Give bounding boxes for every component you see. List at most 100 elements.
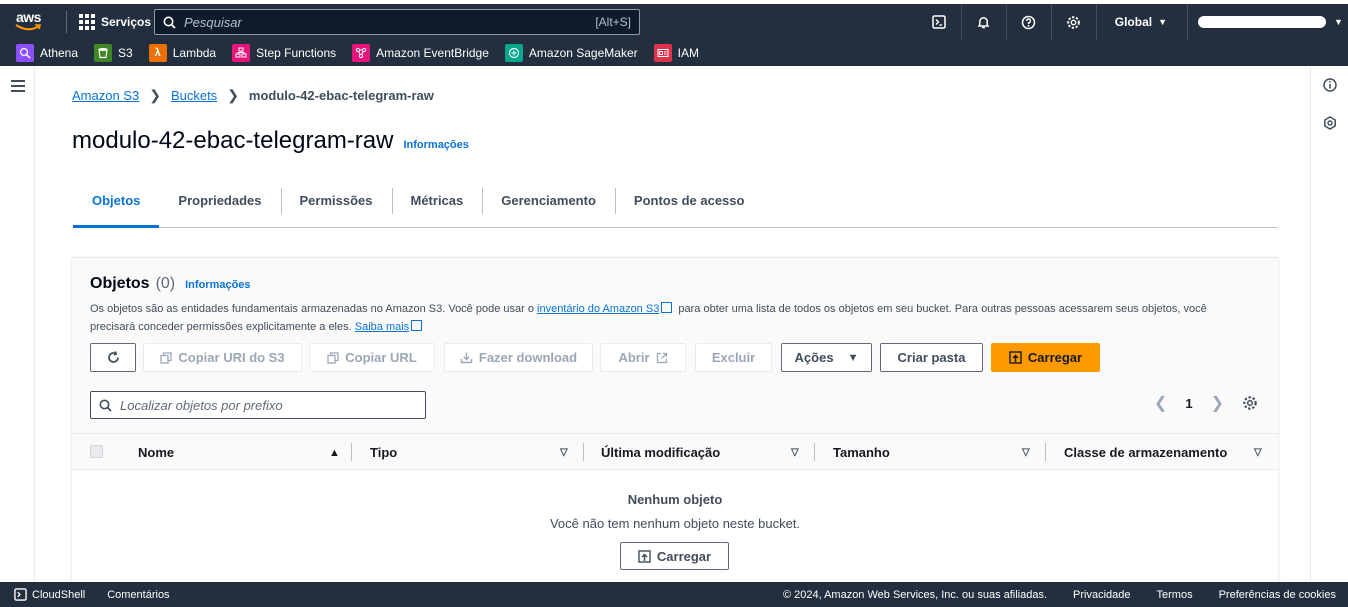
gear-icon: [1067, 15, 1081, 29]
prefix-placeholder: Localizar objetos por prefixo: [120, 397, 283, 413]
favorite-sagemaker[interactable]: Amazon SageMaker: [504, 44, 638, 62]
nav-right: Global ▼ ▼: [917, 4, 1348, 40]
pagination: ❮ 1 ❯: [1154, 393, 1258, 413]
nav-divider: [66, 11, 67, 33]
chevron-right-icon: ❯: [149, 87, 161, 103]
side-navigation-rail: [0, 66, 35, 582]
cloudshell-button[interactable]: [917, 4, 962, 40]
chevron-left-icon[interactable]: ❮: [1154, 393, 1167, 413]
objects-info-link[interactable]: Informações: [185, 279, 250, 291]
bell-icon: [977, 16, 990, 28]
download-icon: [460, 352, 473, 364]
upload-icon: [638, 549, 651, 563]
gear-icon[interactable]: [1242, 395, 1258, 411]
sort-icon: ▽: [791, 447, 799, 458]
tab-access-points[interactable]: Pontos de acesso: [614, 186, 764, 227]
objects-heading: Objetos: [90, 275, 150, 292]
tab-objects[interactable]: Objetos: [73, 186, 160, 228]
objects-header: Objetos (0) Informações: [90, 275, 251, 293]
delete-button[interactable]: Excluir: [695, 343, 772, 372]
athena-icon: [16, 44, 34, 62]
actions-dropdown[interactable]: Ações ▼: [781, 343, 872, 372]
column-size[interactable]: Tamanho ▽: [833, 434, 1045, 470]
column-type[interactable]: Tipo ▽: [370, 434, 582, 470]
chevron-right-icon[interactable]: ❯: [1211, 393, 1224, 413]
refresh-button[interactable]: [90, 343, 136, 372]
tab-metrics[interactable]: Métricas: [391, 186, 483, 227]
favorite-iam[interactable]: IAM: [653, 44, 699, 62]
cloudshell-footer-button[interactable]: CloudShell: [14, 588, 85, 601]
caret-down-icon: ▼: [1158, 17, 1167, 27]
search-input[interactable]: Pesquisar [Alt+S]: [154, 9, 640, 35]
account-menu[interactable]: ▼: [1188, 16, 1348, 28]
tab-permissions[interactable]: Permissões: [280, 186, 392, 227]
sort-icon: ▽: [1022, 447, 1030, 458]
download-button[interactable]: Fazer download: [444, 343, 593, 372]
learn-more-link[interactable]: Saiba mais: [355, 321, 409, 333]
region-selector[interactable]: Global ▼: [1097, 4, 1188, 40]
cookie-preferences-link[interactable]: Preferências de cookies: [1219, 589, 1336, 601]
favorite-label: Athena: [40, 46, 79, 60]
column-name[interactable]: Nome ▲: [138, 434, 350, 470]
objects-panel: Objetos (0) Informações Os objetos são a…: [72, 257, 1278, 583]
page-number[interactable]: 1: [1185, 396, 1192, 411]
help-button[interactable]: [1007, 4, 1052, 40]
column-last-modified[interactable]: Última modificação ▽: [601, 434, 813, 470]
sort-icon: ▽: [560, 447, 568, 458]
chevron-right-icon: ❯: [227, 87, 239, 103]
terminal-icon: [14, 588, 27, 601]
notifications-button[interactable]: [962, 4, 1007, 40]
tab-list: Objetos Propriedades Permissões Métricas…: [73, 186, 1278, 228]
favorite-s3[interactable]: S3: [94, 44, 133, 62]
info-icon[interactable]: [1323, 78, 1337, 92]
account-name-redacted: [1198, 16, 1326, 28]
favorite-label: S3: [118, 46, 133, 60]
page-info-link[interactable]: Informações: [403, 139, 468, 151]
terms-link[interactable]: Termos: [1157, 589, 1193, 601]
breadcrumb-amazon-s3[interactable]: Amazon S3: [72, 88, 139, 103]
select-all-checkbox[interactable]: [90, 445, 103, 458]
column-storage-class[interactable]: Classe de armazenamento ▽: [1064, 434, 1266, 470]
settings-button[interactable]: [1052, 4, 1097, 40]
help-icon: [1021, 15, 1036, 29]
favorite-lambda[interactable]: λ Lambda: [148, 44, 217, 62]
favorite-label: Amazon EventBridge: [376, 46, 489, 60]
copy-icon: [327, 351, 339, 364]
copy-icon: [160, 351, 173, 364]
grid-icon: [79, 14, 95, 30]
column-divider: [351, 443, 352, 461]
create-folder-button[interactable]: Criar pasta: [880, 343, 983, 372]
hexagon-settings-icon[interactable]: [1323, 116, 1337, 130]
inventory-link[interactable]: inventário do Amazon S3: [537, 303, 659, 315]
sagemaker-icon: [504, 44, 523, 62]
column-divider: [1045, 443, 1046, 461]
breadcrumb-buckets[interactable]: Buckets: [171, 88, 217, 103]
favorite-step-functions[interactable]: Step Functions: [232, 44, 336, 62]
services-menu[interactable]: Serviços: [79, 14, 151, 30]
copy-s3-uri-button[interactable]: Copiar URI do S3: [143, 343, 302, 372]
favorite-label: Lambda: [172, 46, 217, 60]
feedback-link[interactable]: Comentários: [107, 589, 169, 601]
external-link-icon: [656, 352, 667, 363]
tab-management[interactable]: Gerenciamento: [482, 186, 615, 227]
favorite-athena[interactable]: Athena: [16, 44, 78, 62]
external-link-icon: [661, 302, 673, 313]
region-label: Global: [1114, 15, 1153, 29]
menu-icon[interactable]: [11, 80, 25, 95]
table-body: Nenhum objeto Você não tem nenhum objeto…: [72, 470, 1278, 583]
caret-down-icon: ▼: [1334, 17, 1343, 27]
copy-url-button[interactable]: Copiar URL: [309, 343, 435, 372]
open-button[interactable]: Abrir: [600, 343, 686, 372]
privacy-link[interactable]: Privacidade: [1073, 589, 1130, 601]
empty-upload-button[interactable]: Carregar: [620, 542, 729, 570]
favorite-eventbridge[interactable]: Amazon EventBridge: [352, 44, 489, 62]
upload-button[interactable]: Carregar: [991, 343, 1100, 372]
search-icon: [99, 399, 112, 412]
prefix-search-input[interactable]: Localizar objetos por prefixo: [90, 391, 426, 419]
tab-properties[interactable]: Propriedades: [159, 186, 280, 227]
iam-icon: [653, 44, 672, 62]
upload-icon: [1009, 351, 1022, 364]
search-placeholder: Pesquisar: [184, 14, 242, 30]
aws-logo[interactable]: aws: [12, 7, 60, 37]
empty-state-title: Nenhum objeto: [627, 492, 723, 507]
